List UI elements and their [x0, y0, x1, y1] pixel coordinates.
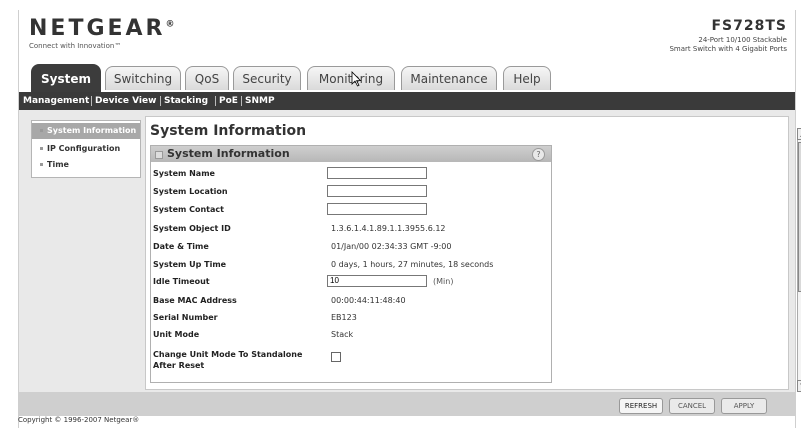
subnav-management[interactable]: Management — [23, 92, 89, 110]
system-contact-input[interactable] — [327, 203, 427, 215]
panel-header: System Information ? — [151, 146, 551, 162]
row-system-up-time: System Up Time 0 days, 1 hours, 27 minut… — [151, 257, 551, 275]
row-system-object-id: System Object ID 1.3.6.1.4.1.89.1.1.3955… — [151, 221, 551, 239]
panel-title: System Information — [167, 147, 290, 160]
netgear-logo: NETGEAR® — [29, 16, 175, 41]
sub-navigation: Management Device View Stacking PoE SNMP — [19, 92, 795, 110]
sidemenu-label: IP Configuration — [47, 144, 121, 153]
main-pane: System Information System Information ? … — [145, 116, 789, 390]
label-system-contact: System Contact — [153, 205, 224, 214]
label-base-mac: Base MAC Address — [153, 296, 237, 305]
value-date-time: 01/Jan/00 02:34:33 GMT -9:00 — [331, 242, 452, 251]
tab-security[interactable]: Security — [233, 66, 301, 90]
label-unit-mode: Unit Mode — [153, 330, 200, 339]
copyright-text: Copyright © 1996-2007 Netgear® — [18, 416, 140, 424]
row-date-time: Date & Time 01/Jan/00 02:34:33 GMT -9:00 — [151, 239, 551, 257]
label-line1: Change Unit Mode To Standalone — [153, 350, 303, 359]
idle-timeout-input[interactable] — [327, 275, 427, 287]
label-system-location: System Location — [153, 187, 228, 196]
subnav-device-view[interactable]: Device View — [95, 92, 156, 110]
row-change-unit-mode: Change Unit Mode To Standalone After Rese… — [151, 346, 551, 376]
value-unit-mode: Stack — [331, 330, 354, 339]
help-icon[interactable]: ? — [532, 148, 545, 161]
model-desc-line1: 24-Port 10/100 Stackable — [698, 36, 787, 44]
label-serial-number: Serial Number — [153, 313, 218, 322]
sidemenu-system-information[interactable]: System Information — [32, 123, 140, 139]
subnav-divider — [160, 96, 161, 106]
side-menu: System Information IP Configuration Time — [31, 120, 141, 178]
label-change-unit-mode: Change Unit Mode To Standalone After Rese… — [153, 349, 302, 371]
label-idle-timeout: Idle Timeout — [153, 277, 210, 286]
panel-bullet-icon — [155, 151, 163, 159]
system-name-input[interactable] — [327, 167, 427, 179]
label-date-time: Date & Time — [153, 242, 209, 251]
tab-system[interactable]: System — [31, 64, 101, 92]
value-base-mac: 00:00:44:11:48:40 — [331, 296, 406, 305]
row-base-mac: Base MAC Address 00:00:44:11:48:40 — [151, 293, 551, 311]
refresh-button[interactable]: REFRESH — [619, 398, 663, 414]
tab-switching[interactable]: Switching — [105, 66, 181, 90]
app-window: NETGEAR® Connect with Innovation™ FS728T… — [18, 10, 801, 428]
bullet-icon — [40, 129, 43, 132]
tab-qos[interactable]: QoS — [185, 66, 229, 90]
subnav-snmp[interactable]: SNMP — [245, 92, 275, 110]
system-location-input[interactable] — [327, 185, 427, 197]
bullet-icon — [40, 147, 43, 150]
label-system-name: System Name — [153, 169, 215, 178]
sidemenu-label: System Information — [47, 126, 137, 135]
label-line2: After Reset — [153, 361, 205, 370]
row-system-name: System Name — [151, 166, 551, 184]
cancel-button[interactable]: CANCEL — [669, 398, 715, 414]
row-serial-number: Serial Number EB123 — [151, 310, 551, 328]
model-desc-line2: Smart Switch with 4 Gigabit Ports — [669, 45, 787, 53]
tab-help[interactable]: Help — [503, 66, 551, 90]
brand-tagline: Connect with Innovation™ — [29, 42, 122, 50]
idle-timeout-unit: (Min) — [433, 277, 454, 286]
model-description: 24-Port 10/100 Stackable Smart Switch wi… — [567, 36, 787, 54]
value-system-object-id: 1.3.6.1.4.1.89.1.1.3955.6.12 — [331, 224, 446, 233]
subnav-stacking[interactable]: Stacking — [164, 92, 208, 110]
subnav-divider — [91, 96, 92, 106]
logo-trademark: ® — [165, 19, 175, 30]
button-bar: REFRESH CANCEL APPLY — [19, 392, 795, 416]
page-title: System Information — [150, 123, 307, 139]
label-system-object-id: System Object ID — [153, 224, 231, 233]
apply-button[interactable]: APPLY — [721, 398, 767, 414]
row-system-location: System Location — [151, 184, 551, 202]
mouse-cursor-icon — [351, 71, 362, 87]
sidemenu-label: Time — [47, 160, 69, 169]
tab-monitoring[interactable]: Monitoring — [307, 66, 395, 90]
value-system-up-time: 0 days, 1 hours, 27 minutes, 18 seconds — [331, 260, 494, 269]
vertical-scrollbar[interactable]: ▲ ▼ — [797, 128, 801, 392]
value-serial-number: EB123 — [331, 313, 357, 322]
row-unit-mode: Unit Mode Stack — [151, 327, 551, 345]
row-idle-timeout: Idle Timeout (Min) — [151, 274, 551, 292]
subnav-divider — [215, 96, 216, 106]
logo-text: NETGEAR — [29, 16, 166, 41]
model-name: FS728TS — [711, 18, 787, 34]
sidemenu-ip-configuration[interactable]: IP Configuration — [32, 141, 140, 157]
row-system-contact: System Contact — [151, 202, 551, 220]
change-unit-mode-checkbox[interactable] — [331, 352, 341, 362]
subnav-divider — [241, 96, 242, 106]
bullet-icon — [40, 163, 43, 166]
sidemenu-time[interactable]: Time — [32, 157, 140, 173]
header: NETGEAR® Connect with Innovation™ FS728T… — [19, 10, 795, 62]
scroll-up-arrow-icon[interactable]: ▲ — [797, 128, 801, 140]
scroll-down-arrow-icon[interactable]: ▼ — [797, 380, 801, 392]
subnav-poe[interactable]: PoE — [219, 92, 238, 110]
tab-maintenance[interactable]: Maintenance — [401, 66, 497, 90]
label-system-up-time: System Up Time — [153, 260, 227, 269]
system-information-panel: System Information ? System Name System … — [150, 145, 552, 383]
